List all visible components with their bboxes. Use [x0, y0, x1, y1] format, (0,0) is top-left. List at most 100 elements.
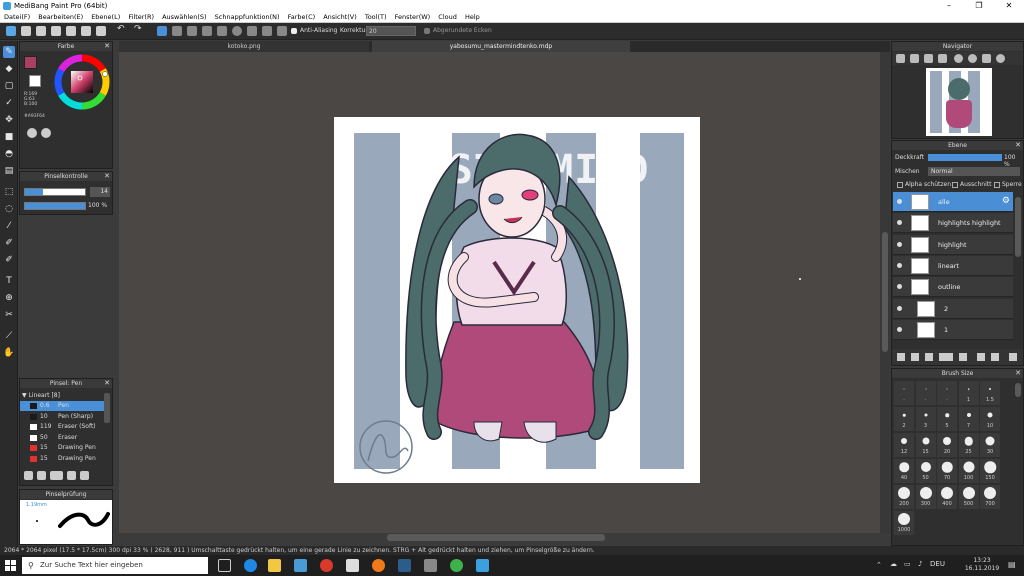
- snap-circle-icon[interactable]: [232, 26, 242, 36]
- color-wheel[interactable]: [54, 54, 110, 110]
- brush-size-cell[interactable]: 30: [980, 433, 1000, 457]
- magic-wand-icon[interactable]: ⁄: [3, 220, 15, 232]
- layer-item[interactable]: highlights highlight: [893, 213, 1013, 234]
- brush-size-cell[interactable]: 1000: [894, 511, 914, 535]
- redo-icon[interactable]: ↷: [134, 24, 142, 34]
- close-icon[interactable]: ✕: [104, 172, 110, 181]
- fill-rect-icon[interactable]: ■: [3, 131, 15, 143]
- tab-yabosumu[interactable]: yabosumu_mastermindtenko.mdp: [372, 41, 630, 52]
- drawing-canvas[interactable]: MASTERMIND: [334, 117, 700, 483]
- operation-tool-icon[interactable]: ⊕: [3, 292, 15, 304]
- undo-icon[interactable]: ↶: [117, 24, 125, 34]
- menu-auswaehlen[interactable]: Auswählen(S): [162, 13, 207, 21]
- layer-opacity-slider[interactable]: [928, 154, 1002, 161]
- canvas-workspace[interactable]: MASTERMIND: [119, 52, 890, 541]
- app-icon-generic[interactable]: [424, 559, 437, 572]
- rounded-checkbox[interactable]: [424, 28, 430, 34]
- move-tool-icon[interactable]: ✥: [3, 114, 15, 126]
- edge-icon[interactable]: [244, 559, 257, 572]
- brush-size-cell[interactable]: 12: [894, 433, 914, 457]
- layer-item[interactable]: lineart: [893, 255, 1013, 276]
- close-icon[interactable]: ✕: [104, 379, 110, 388]
- layer-duplicate-icon[interactable]: [977, 353, 985, 361]
- brush-settings-icon[interactable]: [37, 471, 46, 480]
- clipping-checkbox[interactable]: [952, 182, 958, 188]
- brush-folder-icon[interactable]: [67, 471, 76, 480]
- zoom-out-icon[interactable]: [910, 54, 919, 63]
- menu-schnappfunktion[interactable]: Schnappfunktion(N): [215, 13, 280, 21]
- menu-ebene[interactable]: Ebene(L): [91, 13, 120, 21]
- eye-icon[interactable]: [897, 326, 902, 332]
- windows-start-icon[interactable]: [5, 560, 16, 571]
- brush-size-cell[interactable]: ·: [894, 381, 914, 405]
- select-pen-icon[interactable]: ✐: [3, 237, 15, 249]
- layer-item[interactable]: outline: [893, 277, 1013, 298]
- eye-icon[interactable]: [897, 305, 902, 311]
- tray-clock[interactable]: 13:23 16.11.2019: [962, 557, 1002, 573]
- save-icon[interactable]: [51, 26, 61, 36]
- brush-size-cell[interactable]: 200: [894, 485, 914, 509]
- layer-list-scrollbar[interactable]: [1015, 197, 1021, 257]
- tray-network-icon[interactable]: ▭: [904, 560, 911, 568]
- brush-size-scrollbar[interactable]: [1015, 383, 1021, 397]
- steam-icon[interactable]: [398, 559, 411, 572]
- layer-item[interactable]: 2: [893, 298, 1013, 319]
- menu-fenster[interactable]: Fenster(W): [395, 13, 431, 21]
- notification-icon[interactable]: ▤: [1008, 560, 1016, 569]
- brush-delete-icon[interactable]: [80, 471, 89, 480]
- brush-size-cell[interactable]: ·: [937, 381, 957, 405]
- brush-size-cell[interactable]: 500: [958, 485, 979, 509]
- alpha-protect-checkbox[interactable]: [897, 182, 903, 188]
- eye-icon[interactable]: [897, 220, 902, 226]
- brush-opacity-slider[interactable]: [24, 202, 86, 210]
- new-layer-icon[interactable]: [897, 353, 905, 361]
- menu-cloud[interactable]: Cloud: [438, 13, 457, 21]
- divide-tool-icon[interactable]: ✂: [3, 309, 15, 321]
- screen-icon[interactable]: [66, 26, 76, 36]
- brush-size-cell[interactable]: 70: [937, 459, 957, 483]
- zoom-in-icon[interactable]: [896, 54, 905, 63]
- brush-size-cell[interactable]: 50: [915, 459, 936, 483]
- fit-icon[interactable]: [924, 54, 933, 63]
- layer-item[interactable]: highlight: [893, 234, 1013, 255]
- text-tool-icon[interactable]: T: [3, 275, 15, 287]
- brush-size-cell[interactable]: 1: [958, 381, 979, 405]
- secondary-color-swatch[interactable]: [29, 75, 41, 87]
- brush-size-cell[interactable]: 100: [958, 459, 979, 483]
- mail-icon[interactable]: [346, 559, 359, 572]
- bucket-tool-icon[interactable]: ◓: [3, 148, 15, 160]
- new-layer-8bit-icon[interactable]: [911, 353, 919, 361]
- chrome-icon[interactable]: [450, 559, 463, 572]
- eye-icon[interactable]: [897, 199, 902, 204]
- eraser-tool-icon[interactable]: ◆: [3, 63, 15, 75]
- hand-tool-icon[interactable]: ✋: [3, 347, 15, 359]
- color-mode-icon[interactable]: [41, 128, 51, 138]
- palette-icon[interactable]: [27, 128, 37, 138]
- brush-item[interactable]: 119 Eraser (Soft): [20, 422, 110, 432]
- new-layer-1bit-icon[interactable]: [925, 353, 933, 361]
- brush-list-scrollbar[interactable]: [104, 393, 110, 423]
- reset-rotation-icon[interactable]: [982, 54, 991, 63]
- eye-icon[interactable]: [897, 284, 902, 290]
- brush-size-cell[interactable]: 1.5: [980, 381, 1000, 405]
- brush-copy-icon[interactable]: [50, 471, 63, 480]
- select-rect-icon[interactable]: ⬚: [3, 186, 15, 198]
- eye-icon[interactable]: [897, 241, 902, 247]
- brush-item[interactable]: 15 Drawing Pen: [20, 443, 110, 453]
- brush-size-field[interactable]: 14: [90, 187, 110, 197]
- rect-select-icon[interactable]: ▢: [3, 80, 15, 92]
- brush-size-cell[interactable]: 25: [958, 433, 979, 457]
- pen-tool-icon[interactable]: ✎: [3, 46, 15, 58]
- brush-item[interactable]: 50 Eraser: [20, 433, 110, 443]
- antialias-checkbox[interactable]: [291, 28, 297, 34]
- new-file-icon[interactable]: [21, 26, 31, 36]
- opera-icon[interactable]: [320, 559, 333, 572]
- brush-size-cell[interactable]: ·: [915, 381, 936, 405]
- open-file-icon[interactable]: [36, 26, 46, 36]
- rotate-right-icon[interactable]: [968, 54, 977, 63]
- snap-off-icon[interactable]: [157, 26, 167, 36]
- vertical-scrollbar[interactable]: [882, 232, 888, 352]
- menu-bearbeiten[interactable]: Bearbeiten(E): [38, 13, 83, 21]
- layer-folder-icon[interactable]: [959, 353, 967, 361]
- maximize-button[interactable]: ❐: [964, 0, 994, 12]
